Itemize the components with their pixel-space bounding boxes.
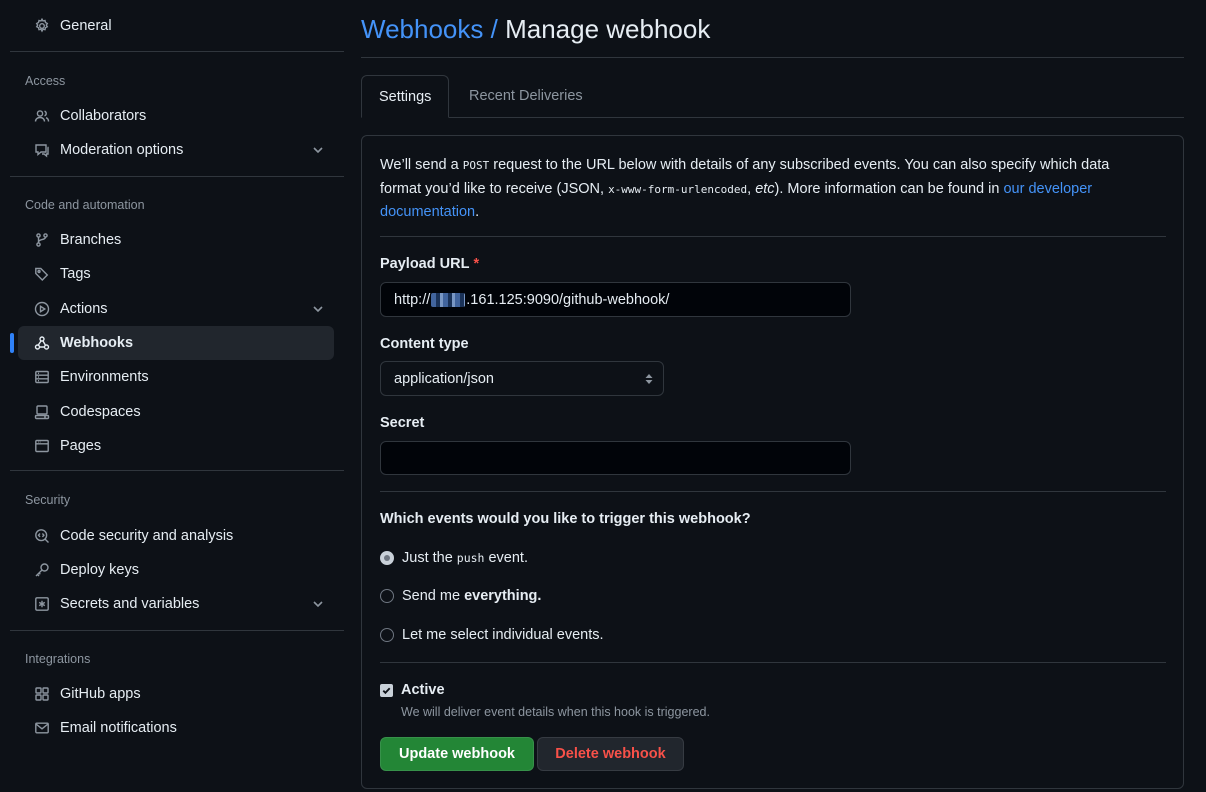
active-checkbox[interactable]	[380, 683, 393, 697]
group-title-access: Access	[25, 74, 66, 88]
page-title: Webhooks / Manage webhook	[361, 14, 710, 45]
required-mark: *	[473, 256, 480, 272]
sidebar-divider	[10, 51, 344, 52]
intro-text: We’ll send a POST request to the URL bel…	[380, 157, 1110, 220]
section-divider	[380, 662, 1166, 663]
chevron-down-icon[interactable]	[310, 301, 326, 317]
chevron-down-icon[interactable]	[310, 596, 326, 612]
title-divider	[361, 57, 1184, 58]
radio-button[interactable]	[380, 551, 394, 565]
mail-icon	[33, 719, 51, 737]
breadcrumb-webhooks[interactable]: Webhooks /	[361, 14, 498, 44]
play-icon	[33, 300, 51, 318]
sidebar-item-environments[interactable]: Environments	[18, 360, 334, 394]
active-note: We will deliver event details when this …	[401, 705, 710, 719]
section-divider	[380, 236, 1166, 237]
redacted-ip	[431, 292, 466, 307]
server-icon	[33, 368, 51, 386]
browser-icon	[33, 437, 51, 455]
sidebar-item-codespaces[interactable]: Codespaces	[18, 395, 334, 429]
sidebar-item-label: Deploy keys	[60, 562, 139, 578]
asterisk-icon	[33, 595, 51, 613]
sidebar-item-label: GitHub apps	[60, 686, 141, 702]
comment-icon	[33, 141, 51, 159]
codespaces-icon	[33, 403, 51, 421]
sidebar-item-label: Moderation options	[60, 142, 184, 158]
radio-everything[interactable]: Send me everything.	[380, 588, 541, 604]
radio-button[interactable]	[380, 628, 394, 642]
branch-icon	[33, 231, 51, 249]
sidebar-item-github-apps[interactable]: GitHub apps	[18, 677, 334, 711]
content-type-label: Content type	[380, 336, 469, 352]
check-icon	[382, 687, 391, 694]
sidebar-item-collaborators[interactable]: Collaborators	[18, 99, 334, 133]
sidebar-item-label: Code security and analysis	[60, 528, 234, 544]
group-title-security: Security	[25, 493, 71, 507]
sidebar-item-secrets-variables[interactable]: Secrets and variables	[18, 587, 334, 621]
sidebar-item-label: Actions	[60, 301, 108, 317]
active-checkbox-row[interactable]: Active	[380, 682, 445, 698]
sidebar-item-label: Email notifications	[60, 720, 177, 736]
radio-button[interactable]	[380, 589, 394, 603]
apps-icon	[33, 685, 51, 703]
events-question: Which events would you like to trigger t…	[380, 511, 751, 527]
section-divider	[380, 491, 1166, 492]
sidebar-item-tags[interactable]: Tags	[18, 257, 334, 291]
webhook-settings-box: We’ll send a POST request to the URL bel…	[361, 135, 1184, 789]
webhook-icon	[33, 334, 51, 352]
sidebar-item-general[interactable]: General	[18, 9, 334, 43]
sidebar-item-branches[interactable]: Branches	[18, 223, 334, 257]
sidebar-item-label: Collaborators	[60, 108, 147, 124]
codescan-icon	[33, 527, 51, 545]
sidebar-item-webhooks[interactable]: Webhooks	[10, 326, 334, 360]
content-type-select[interactable]: application/json	[380, 361, 664, 396]
delete-webhook-button[interactable]: Delete webhook	[537, 737, 684, 771]
sidebar-item-label: Secrets and variables	[60, 596, 200, 612]
sidebar-item-label: General	[60, 18, 112, 34]
payload-url-label: Payload URL *	[380, 256, 480, 272]
sidebar-divider	[10, 470, 344, 471]
payload-url-input[interactable]: http://.161.125:9090/github-webhook/	[380, 282, 851, 317]
update-webhook-button[interactable]: Update webhook	[380, 737, 534, 771]
page-heading: Manage webhook	[505, 14, 711, 44]
group-title-code-automation: Code and automation	[25, 198, 145, 212]
radio-individual-events[interactable]: Let me select individual events.	[380, 627, 604, 643]
gear-icon	[33, 17, 51, 35]
sidebar-item-label: Webhooks	[60, 335, 134, 351]
select-arrows-icon	[645, 374, 653, 384]
sidebar-item-email-notifications[interactable]: Email notifications	[18, 711, 334, 745]
tab-settings[interactable]: Settings	[361, 75, 450, 118]
sidebar-item-label: Branches	[60, 232, 122, 248]
sidebar-item-label: Environments	[60, 369, 149, 385]
sidebar-item-deploy-keys[interactable]: Deploy keys	[18, 553, 334, 587]
group-title-integrations: Integrations	[25, 652, 91, 666]
sidebar-item-label: Pages	[60, 438, 102, 454]
sidebar-item-pages[interactable]: Pages	[18, 429, 334, 463]
sidebar-item-label: Tags	[60, 266, 91, 282]
secret-label: Secret	[380, 415, 425, 431]
sidebar-item-moderation-options[interactable]: Moderation options	[18, 133, 334, 167]
sidebar-divider	[10, 630, 344, 631]
radio-push-event[interactable]: Just the push event.	[380, 550, 528, 566]
sidebar-item-code-security[interactable]: Code security and analysis	[18, 519, 334, 553]
sidebar-divider	[10, 176, 344, 177]
sidebar-item-label: Codespaces	[60, 404, 141, 420]
tab-recent-deliveries[interactable]: Recent Deliveries	[452, 75, 600, 118]
people-icon	[33, 107, 51, 125]
sidebar-item-actions[interactable]: Actions	[18, 292, 334, 326]
key-icon	[33, 561, 51, 579]
tab-bar: Settings Recent Deliveries	[361, 75, 1184, 118]
chevron-down-icon[interactable]	[310, 142, 326, 158]
tag-icon	[33, 265, 51, 283]
secret-input[interactable]	[380, 441, 851, 475]
